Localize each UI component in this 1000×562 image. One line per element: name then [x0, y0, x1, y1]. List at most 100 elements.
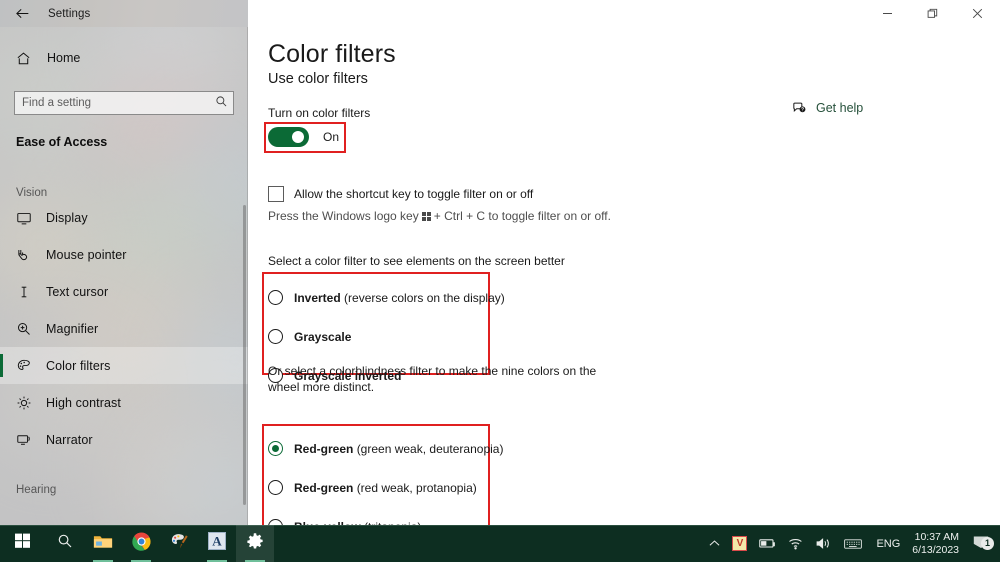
taskbar-chrome[interactable] — [122, 525, 160, 562]
sidebar-item-display[interactable]: Display — [0, 199, 248, 236]
help-bubble-icon — [792, 101, 807, 115]
search-icon — [57, 533, 73, 554]
letter-v-icon: V — [732, 536, 748, 551]
page-subtitle: Use color filters — [268, 71, 368, 87]
taskbar-search-button[interactable] — [46, 525, 84, 562]
back-arrow-icon[interactable] — [0, 0, 44, 27]
toggle-knob — [292, 131, 304, 143]
sidebar-item-label: Color filters — [46, 358, 111, 373]
radio-label-bold: Red-green — [294, 480, 354, 495]
keyboard-icon[interactable] — [838, 525, 868, 562]
shortcut-hint: Press the Windows logo key + Ctrl + C to… — [268, 209, 611, 223]
radio-label-bold: Red-green — [294, 441, 354, 456]
notification-badge: 1 — [981, 536, 994, 550]
notification-center-button[interactable]: 1 — [968, 533, 1000, 555]
start-button[interactable] — [0, 525, 46, 562]
sidebar-item-label: High contrast — [46, 395, 121, 410]
main-content: Color filters Use color filters Get help… — [248, 27, 1000, 525]
restore-button[interactable] — [910, 0, 955, 27]
title-bar: Settings — [0, 0, 1000, 27]
folder-icon — [93, 533, 113, 555]
sidebar-item-label: Magnifier — [46, 321, 99, 336]
toggle-state-label: On — [323, 130, 340, 144]
sidebar-item-mouse-pointer[interactable]: Mouse pointer — [0, 236, 248, 273]
sidebar-item-home[interactable]: Home — [0, 41, 248, 75]
radio-option-grayscale[interactable]: Grayscale — [268, 317, 505, 356]
toggle-switch[interactable] — [268, 127, 309, 147]
search-input[interactable] — [14, 91, 234, 115]
filter-group-heading: Select a color filter to see elements on… — [268, 254, 565, 268]
monitor-icon — [16, 210, 38, 226]
sidebar-item-color-filters[interactable]: Color filters — [0, 347, 248, 384]
paint-palette-icon — [170, 532, 189, 556]
shortcut-checkbox[interactable] — [268, 186, 284, 202]
svg-text:A: A — [212, 534, 222, 549]
sidebar-group-title: Ease of Access — [16, 135, 108, 149]
clock-time: 10:37 AM — [914, 530, 959, 543]
colorblind-group-heading: Or select a colorblindness filter to mak… — [268, 364, 597, 394]
mouse-pointer-icon — [16, 247, 38, 263]
windows-logo-icon — [421, 212, 431, 221]
sidebar-item-high-contrast[interactable]: High contrast — [0, 384, 248, 421]
radio-label-bold: Inverted — [294, 290, 341, 305]
sidebar-item-text-cursor[interactable]: Text cursor — [0, 273, 248, 310]
gear-icon — [246, 532, 264, 555]
sidebar-divider — [247, 27, 248, 525]
radio-label-rest: (green weak, deuteranopia) — [356, 441, 504, 456]
chrome-icon — [131, 532, 151, 556]
clock-date: 6/13/2023 — [912, 543, 959, 556]
radio-option-inverted[interactable]: Inverted (reverse colors on the display) — [268, 278, 505, 317]
chevron-up-icon[interactable] — [703, 525, 726, 562]
radio-button[interactable] — [268, 480, 283, 495]
sidebar-scrollbar[interactable] — [243, 205, 246, 505]
close-button[interactable] — [955, 0, 1000, 27]
sidebar-section-vision: Vision — [16, 187, 48, 199]
taskbar-app-a[interactable]: A — [198, 525, 236, 562]
toggle-caption: Turn on color filters — [268, 106, 371, 120]
sidebar-item-label: Display — [46, 210, 88, 225]
windows-logo-icon — [15, 533, 31, 554]
radio-label-bold: Grayscale — [294, 329, 352, 344]
sidebar-item-label: Mouse pointer — [46, 247, 127, 262]
clock[interactable]: 10:37 AM 6/13/2023 — [908, 531, 968, 557]
brightness-icon — [16, 395, 38, 411]
tray-app-icon[interactable]: V — [726, 525, 753, 562]
minimize-button[interactable] — [865, 0, 910, 27]
radio-option-deuteranopia[interactable]: Red-green (green weak, deuteranopia) — [268, 429, 503, 468]
color-filters-toggle[interactable]: On — [268, 127, 339, 147]
radio-option-protanopia[interactable]: Red-green (red weak, protanopia) — [268, 468, 503, 507]
color-palette-icon — [16, 358, 38, 374]
text-cursor-icon — [16, 284, 38, 300]
battery-icon[interactable] — [753, 525, 782, 562]
get-help-link[interactable]: Get help — [792, 101, 863, 115]
volume-icon[interactable] — [810, 525, 838, 562]
taskbar-paint[interactable] — [160, 525, 198, 562]
sidebar: Home Ease of Access Vision Displa — [0, 0, 248, 525]
wifi-icon[interactable] — [782, 525, 810, 562]
radio-option-tritanopia[interactable]: Blue-yellow (tritanopia) — [268, 507, 503, 525]
shortcut-checkbox-label: Allow the shortcut key to toggle filter … — [294, 187, 534, 201]
window-title: Settings — [48, 7, 91, 20]
taskbar-file-explorer[interactable] — [84, 525, 122, 562]
get-help-label: Get help — [816, 101, 864, 115]
shortcut-hint-after: + Ctrl + C to toggle filter on or off. — [433, 209, 611, 223]
system-tray: V ENG 10:37 AM 6/13/2023 1 — [703, 525, 1000, 562]
taskbar-settings[interactable] — [236, 525, 274, 562]
magnifier-icon — [16, 321, 38, 337]
taskbar: A V ENG 10:37 AM 6/13/2023 1 — [0, 525, 1000, 562]
shortcut-checkbox-row[interactable]: Allow the shortcut key to toggle filter … — [268, 186, 533, 202]
letter-a-icon: A — [208, 532, 226, 555]
sidebar-item-narrator[interactable]: Narrator — [0, 421, 248, 458]
window-controls — [248, 0, 1000, 27]
sidebar-home-label: Home — [47, 51, 81, 65]
narrator-icon — [16, 432, 38, 448]
sidebar-item-label: Narrator — [46, 432, 93, 447]
colorblind-radio-group: Red-green (green weak, deuteranopia) Red… — [268, 429, 503, 525]
sidebar-search — [14, 91, 234, 115]
sidebar-item-magnifier[interactable]: Magnifier — [0, 310, 248, 347]
radio-button[interactable] — [268, 290, 283, 305]
radio-button-selected[interactable] — [268, 441, 283, 456]
language-indicator[interactable]: ENG — [868, 538, 908, 550]
radio-button[interactable] — [268, 329, 283, 344]
sidebar-section-hearing: Hearing — [16, 484, 57, 496]
